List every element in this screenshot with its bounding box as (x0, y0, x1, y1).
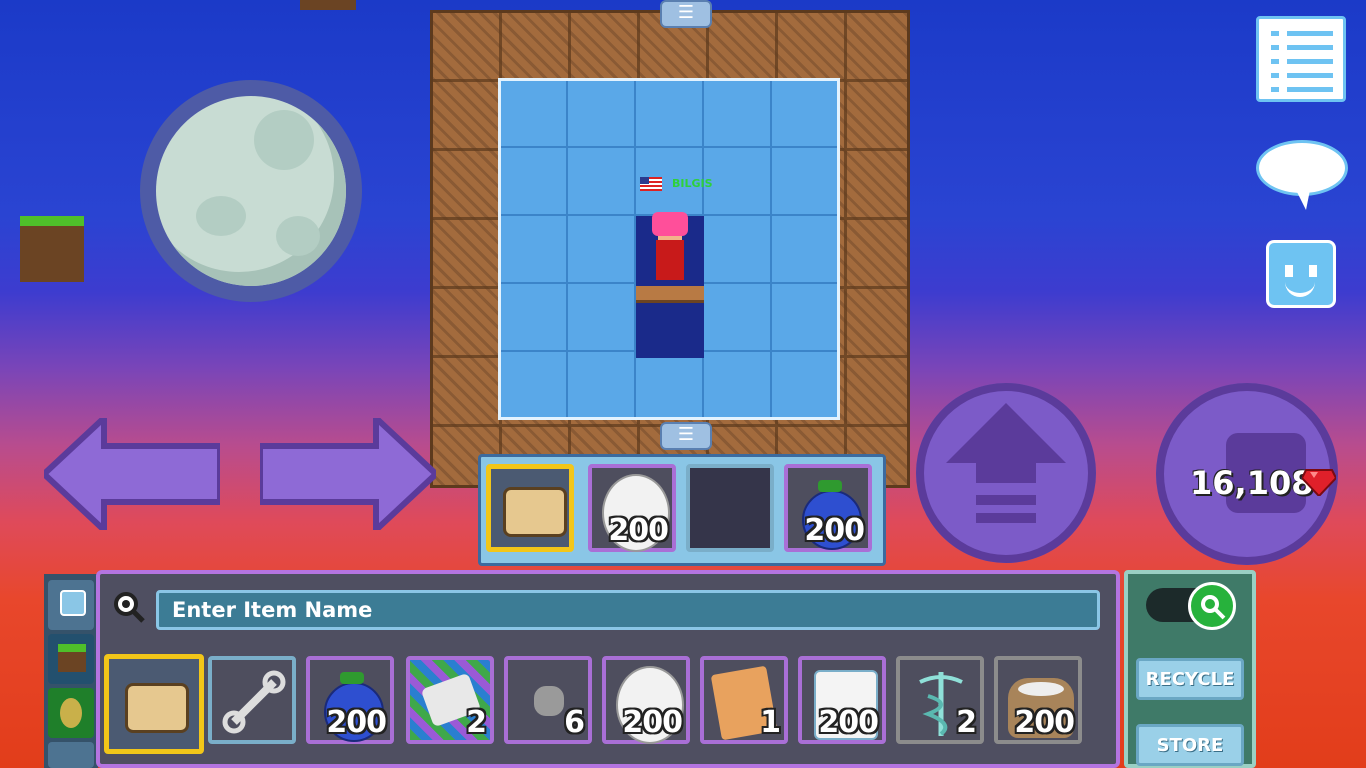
inventory-slot-rock[interactable]: 6 (504, 656, 592, 744)
item-quantity: 200 (1014, 705, 1075, 740)
floating-dirt-block (20, 216, 84, 282)
search-icon (1201, 595, 1226, 620)
item-quantity: 2 (466, 705, 487, 740)
tab-all-items[interactable] (48, 580, 94, 630)
item-quantity: 200 (326, 705, 387, 740)
inventory-slot-fist[interactable] (104, 654, 204, 754)
inventory-slot-blueberry[interactable]: 200 (306, 656, 394, 744)
item-quantity: 200 (622, 705, 683, 740)
us-flag-icon (640, 177, 662, 191)
hotbar-collapse-tab[interactable]: ☰ (660, 422, 712, 450)
recycle-button[interactable]: RECYCLE (1136, 658, 1244, 700)
player-avatar[interactable] (650, 212, 690, 282)
player-name: BILGIS (672, 177, 713, 190)
top-collapse-tab[interactable]: ☰ (660, 0, 712, 28)
hotbar-slot-egg[interactable]: 200 (588, 464, 676, 552)
fist-icon (125, 683, 189, 733)
item-quantity: 6 (564, 705, 585, 740)
tab-clothing[interactable] (48, 742, 94, 768)
tab-blocks[interactable] (48, 634, 94, 684)
gem-icon (1302, 469, 1336, 496)
inventory-slot-wrench[interactable] (208, 656, 296, 744)
gem-count: 16,108 (1190, 464, 1314, 502)
item-quantity: 200 (804, 513, 865, 548)
speech-bubble-icon[interactable] (1256, 140, 1348, 196)
inventory-slot-egg[interactable]: 200 (602, 656, 690, 744)
speech-bubble-tail (1296, 190, 1310, 210)
inventory-slot-milk[interactable]: 200 (798, 656, 886, 744)
smiley-icon[interactable] (1266, 240, 1336, 308)
hotbar-slot-blueberry[interactable]: 200 (784, 464, 872, 552)
item-quantity: 200 (608, 513, 669, 548)
item-quantity: 1 (760, 705, 781, 740)
fist-icon (503, 487, 567, 537)
floating-dirt-block (300, 0, 356, 10)
wrench-icon (222, 670, 286, 734)
tab-seeds[interactable] (48, 688, 94, 738)
rock-icon (534, 686, 564, 716)
wooden-platform (636, 286, 704, 303)
left-arrow-icon[interactable] (44, 418, 220, 530)
inventory-slot-seed-pack[interactable]: 2 (406, 656, 494, 744)
item-search-placeholder: Enter Item Name (172, 598, 373, 622)
hotbar-slot-empty[interactable] (686, 464, 774, 552)
list-icon[interactable] (1256, 16, 1346, 102)
inventory-slot-caduceus[interactable]: 2 (896, 656, 984, 744)
right-arrow-icon[interactable] (260, 418, 436, 530)
search-toggle-knob[interactable] (1188, 582, 1236, 630)
item-quantity: 2 (956, 705, 977, 740)
moon-surface (156, 96, 346, 286)
search-icon (114, 592, 145, 623)
hotbar-slot-fist[interactable] (486, 464, 574, 552)
inventory-tab-bar (44, 574, 98, 768)
inventory-slot-scroll[interactable]: 1 (700, 656, 788, 744)
item-quantity: 200 (818, 705, 879, 740)
jump-button[interactable] (916, 383, 1096, 563)
up-arrow-icon (946, 403, 1066, 523)
inventory-slot-flour-sack[interactable]: 200 (994, 656, 1082, 744)
store-button[interactable]: STORE (1136, 724, 1244, 766)
